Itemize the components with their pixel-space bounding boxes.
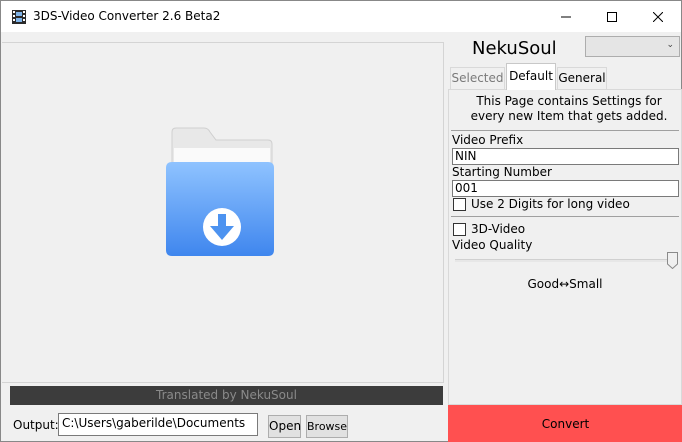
profile-dropdown[interactable]: ⌄ <box>585 36 680 57</box>
starting-number-field[interactable]: 001 <box>452 180 679 197</box>
chevron-down-icon: ⌄ <box>666 40 674 50</box>
video-quality-caption: Good↔Small <box>527 277 603 291</box>
divider <box>451 216 679 217</box>
profile-name: NekuSoul <box>472 38 557 59</box>
video-quality-slider[interactable] <box>455 259 675 262</box>
tab-selected[interactable]: Selected <box>450 67 505 89</box>
maximize-button[interactable] <box>589 1 635 32</box>
close-button[interactable] <box>635 1 681 32</box>
video-quality-label: Video Quality <box>452 238 533 252</box>
two-digits-label[interactable]: Use 2 Digits for long video <box>471 197 630 211</box>
app-window: 3DS-Video Converter 2.6 Beta2 Translated… <box>0 0 682 442</box>
translated-by-banner: Translated by NekuSoul <box>10 386 443 405</box>
convert-button[interactable]: Convert <box>448 405 682 442</box>
settings-info-text: This Page contains Settings for every ne… <box>470 94 668 123</box>
output-label: Output: <box>13 418 59 432</box>
video-prefix-field[interactable]: NIN <box>452 148 679 165</box>
starting-number-label: Starting Number <box>452 165 552 179</box>
open-button[interactable]: Open <box>268 415 301 438</box>
tab-general[interactable]: General <box>557 67 607 89</box>
tab-default[interactable]: Default <box>506 63 556 90</box>
video-prefix-label: Video Prefix <box>452 133 524 147</box>
window-title: 3DS-Video Converter 2.6 Beta2 <box>33 9 221 23</box>
close-icon <box>653 11 663 22</box>
minimize-icon <box>561 16 571 17</box>
divider <box>451 130 679 131</box>
film-icon <box>12 10 26 24</box>
folder-download-icon <box>166 127 274 256</box>
slider-thumb[interactable] <box>667 252 678 269</box>
title-bar[interactable]: 3DS-Video Converter 2.6 Beta2 <box>1 1 681 32</box>
two-digits-checkbox[interactable] <box>453 198 466 211</box>
minimize-button[interactable] <box>543 1 589 32</box>
browse-button[interactable]: Browse <box>306 415 348 438</box>
maximize-icon <box>607 11 617 22</box>
output-path-field[interactable]: C:\Users\gaberilde\Documents <box>58 413 258 436</box>
three-d-video-label[interactable]: 3D-Video <box>471 222 525 236</box>
three-d-video-checkbox[interactable] <box>453 223 466 236</box>
